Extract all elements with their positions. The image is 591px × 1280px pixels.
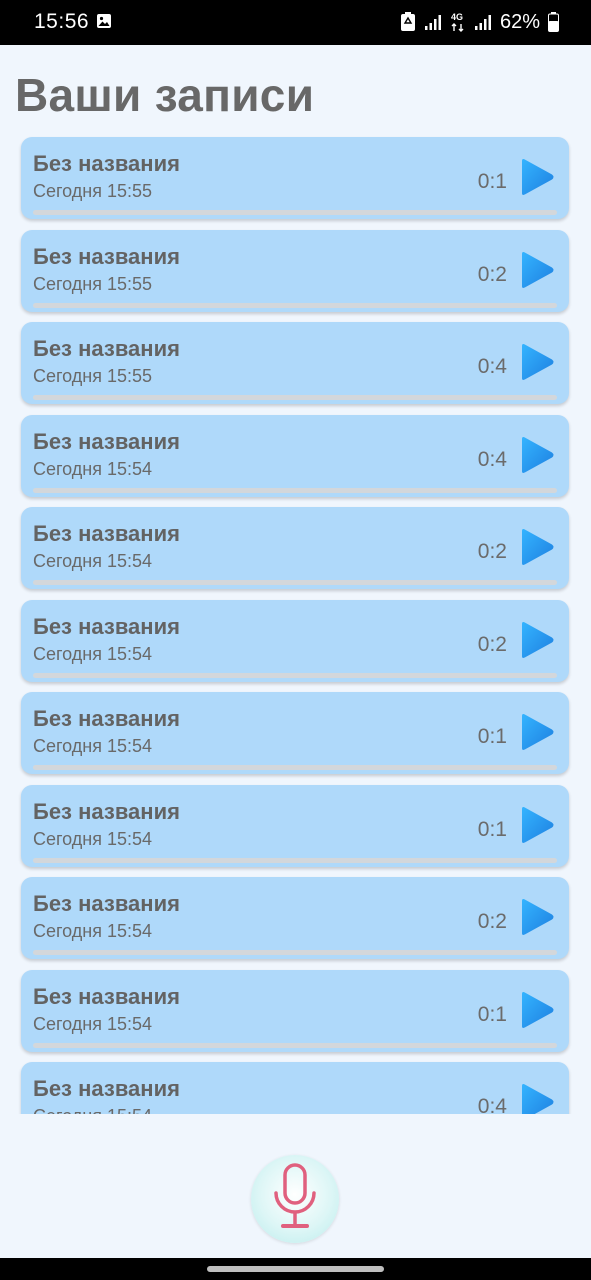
recording-duration: 0:1 (477, 817, 507, 841)
signal-icon (474, 15, 491, 30)
progress-bar[interactable] (33, 395, 557, 400)
recording-title: Без названия (33, 891, 180, 916)
recording-duration: 0:2 (477, 632, 507, 656)
navigation-bar (0, 1258, 591, 1280)
recording-duration: 0:4 (477, 355, 507, 378)
progress-bar[interactable] (33, 1042, 557, 1048)
recording-date: Сегодня 15:54 (33, 736, 153, 756)
play-icon[interactable] (519, 806, 555, 844)
play-icon[interactable] (519, 528, 555, 566)
recording-title: Без названия (33, 798, 180, 824)
recording-item[interactable]: Без названия Сегодня 15:54 0:1 (21, 692, 569, 774)
recording-title: Без названия (33, 706, 180, 731)
play-icon[interactable] (519, 991, 555, 1029)
progress-bar[interactable] (33, 857, 557, 863)
recording-item[interactable]: Без названия Сегодня 15:55 0:4 (21, 322, 569, 404)
recording-item[interactable]: Без названия Сегодня 15:55 0:2 (21, 229, 569, 312)
progress-bar[interactable] (33, 210, 557, 215)
recording-date: Сегодня 15:54 (33, 643, 153, 664)
recording-date: Сегодня 15:54 (33, 828, 153, 849)
recording-date: Сегодня 15:54 (33, 458, 153, 479)
microphone-icon (274, 1163, 316, 1228)
play-icon[interactable] (519, 436, 555, 474)
play-icon[interactable] (519, 713, 555, 751)
page-title: Ваши записи (15, 69, 315, 121)
recording-duration: 0:4 (477, 447, 507, 471)
progress-bar[interactable] (33, 487, 557, 493)
play-icon[interactable] (519, 898, 555, 936)
recording-date: Сегодня 15:54 (33, 1013, 153, 1034)
recording-title: Без названия (33, 151, 180, 176)
recordings-list[interactable]: Без названия Сегодня 15:55 0:1 Без названия… (0, 130, 591, 1114)
play-icon[interactable] (519, 158, 555, 196)
recording-duration: 0:1 (477, 1002, 507, 1026)
recording-item[interactable]: Без названия Сегодня 15:54 0:2 (21, 599, 569, 682)
network-label: 4G (451, 12, 463, 22)
recording-item[interactable]: Без названия Сегодня 15:54 0:1 (21, 784, 569, 867)
recording-title: Без названия (33, 243, 180, 269)
status-indicators: 4G 62% (400, 10, 559, 34)
progress-bar[interactable] (33, 580, 557, 585)
play-icon[interactable] (519, 621, 555, 659)
battery-percent: 62% (499, 10, 540, 33)
play-icon[interactable] (519, 343, 555, 381)
recording-item[interactable]: Без названия Сегодня 15:55 0:1 (21, 137, 569, 219)
status-bar: 15:56 4G 62% (0, 0, 591, 45)
recording-duration: 0:1 (477, 170, 507, 193)
recording-item[interactable]: Без названия Сегодня 15:54 0:1 (21, 969, 569, 1052)
recording-duration: 0:2 (477, 910, 507, 933)
recording-date: Сегодня 15:55 (33, 273, 153, 294)
4g-icon: 4G (451, 12, 464, 32)
progress-bar[interactable] (33, 672, 557, 678)
recording-duration: 0:4 (477, 1095, 507, 1114)
recording-item[interactable]: Без названия Сегодня 15:54 0:2 (21, 877, 569, 959)
progress-bar[interactable] (33, 765, 557, 770)
recording-duration: 0:2 (477, 262, 507, 286)
recording-item[interactable]: Без названия Сегодня 15:54 0:4 (21, 1062, 569, 1114)
recording-title: Без названия (33, 613, 180, 639)
recording-title: Без названия (33, 983, 180, 1009)
recycle-icon (400, 12, 415, 31)
recording-title: Без названия (33, 1076, 180, 1101)
recording-date: Сегодня 15:54 (33, 551, 153, 571)
signal-icon (424, 15, 441, 30)
status-time: 15:56 (34, 10, 90, 33)
play-icon[interactable] (519, 1083, 555, 1114)
image-icon (97, 14, 111, 28)
recording-duration: 0:2 (477, 540, 507, 563)
play-icon[interactable] (519, 251, 555, 289)
recording-item[interactable]: Без названия Сегодня 15:54 0:4 (21, 414, 569, 497)
recording-date: Сегодня 15:55 (33, 366, 153, 386)
progress-bar[interactable] (33, 302, 557, 308)
recording-title: Без названия (33, 428, 180, 454)
recording-title: Без названия (33, 336, 180, 361)
record-button[interactable] (251, 1155, 339, 1243)
home-handle[interactable] (207, 1266, 384, 1272)
recording-date: Сегодня 15:55 (33, 181, 153, 201)
battery-icon (548, 12, 559, 32)
recording-duration: 0:1 (477, 725, 507, 748)
progress-bar[interactable] (33, 950, 557, 955)
recording-date: Сегодня 15:54 (33, 921, 153, 941)
recording-item[interactable]: Без названия Сегодня 15:54 0:2 (21, 507, 569, 589)
recording-date: Сегодня 15:54 (33, 1106, 152, 1114)
recording-title: Без названия (33, 521, 180, 546)
